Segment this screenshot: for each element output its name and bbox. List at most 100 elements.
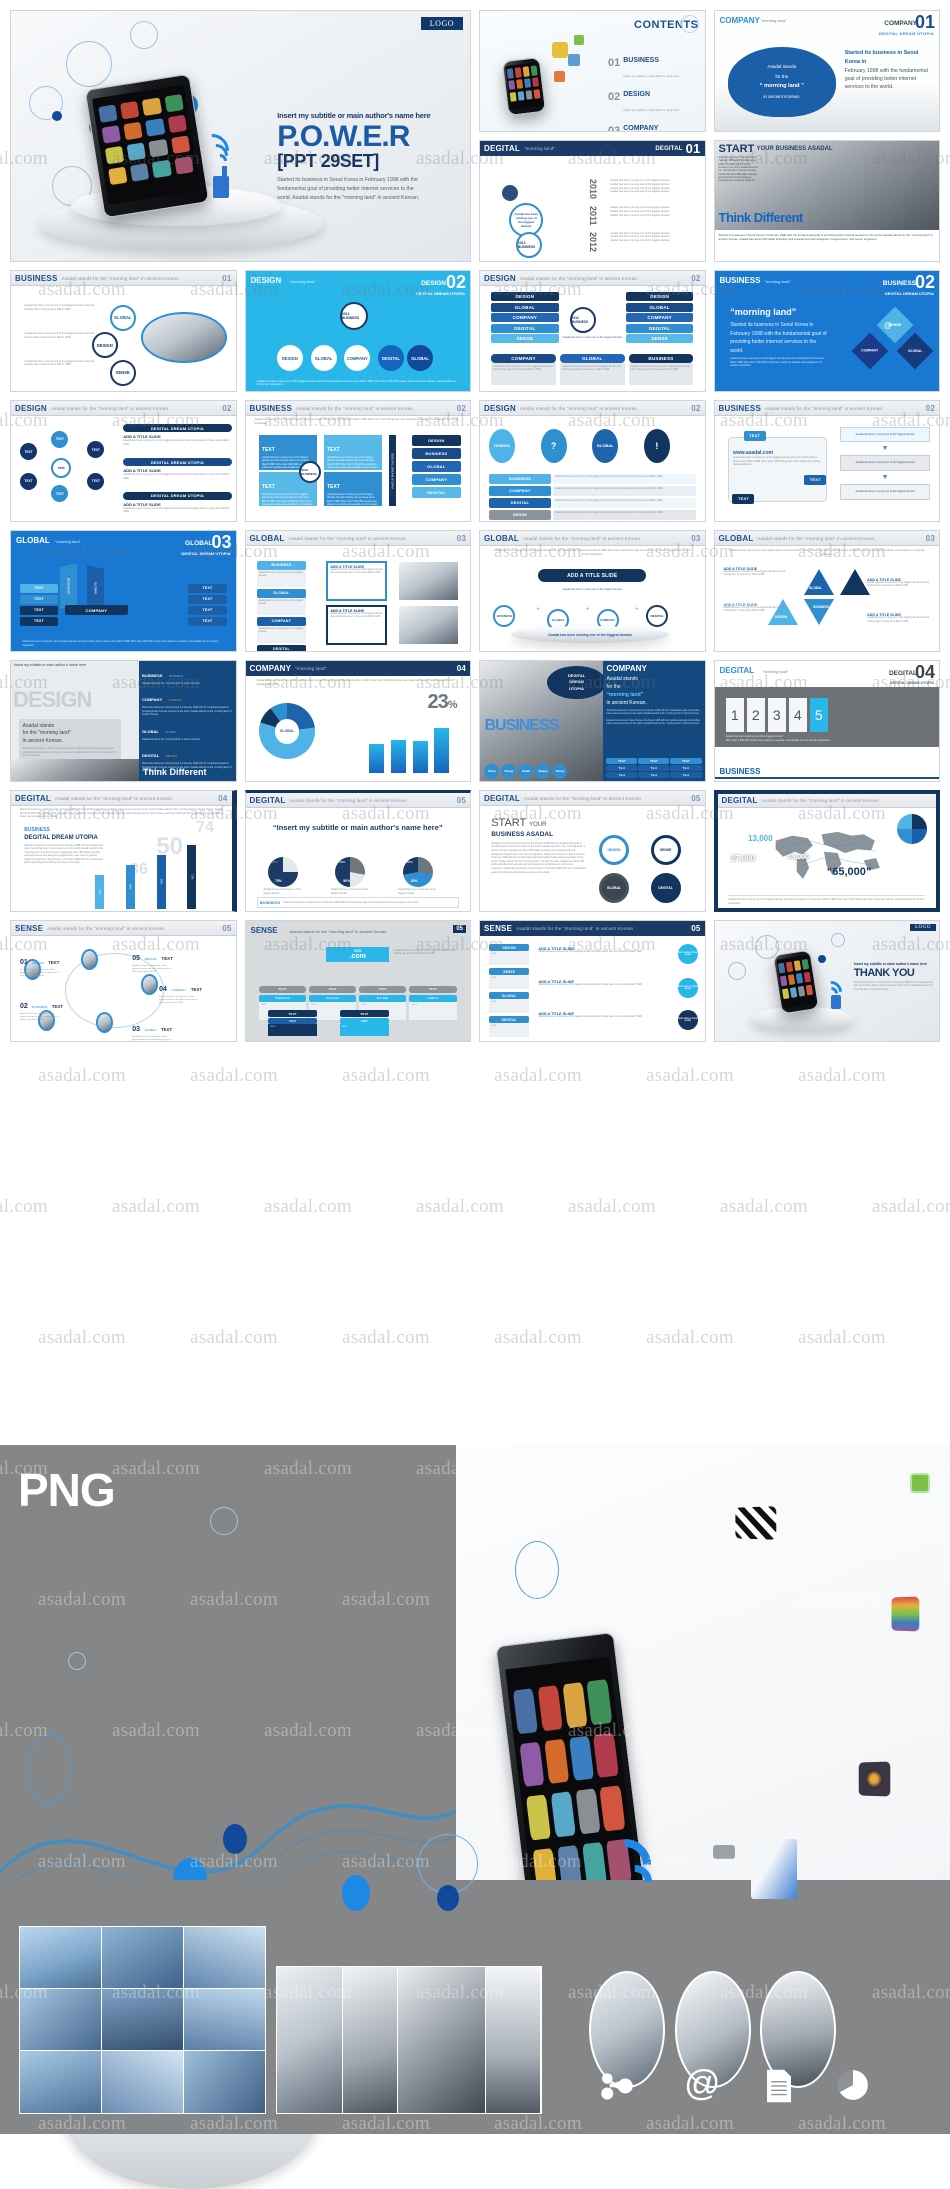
slide-cell-degital-04-arrows[interactable]: DEGITAL Asadal stands for the "morning l… xyxy=(6,786,241,916)
start-business-slide[interactable]: START YOUR BUSINESS ASADAL Started its b… xyxy=(713,140,940,262)
thank-you-slide[interactable]: LOGO Insert my subtitle or main author's… xyxy=(713,920,940,1042)
flow-row[interactable]: DEGITAL Asadal has been running one of t… xyxy=(488,497,696,508)
list-item[interactable]: GLOBAL xyxy=(625,302,694,312)
list-item[interactable]: SENSE xyxy=(491,334,559,344)
stack-item[interactable]: BUSINESS xyxy=(411,447,462,459)
slide-cell-thank-you[interactable]: LOGO Insert my subtitle or main author's… xyxy=(710,916,945,1046)
tab-item[interactable]: DESIGN TEXT xyxy=(488,944,530,966)
slide-cell-company-04-building[interactable]: DEGITAL DREAM UTOPIA BUSINESS COMPANY As… xyxy=(475,656,710,786)
contents-item[interactable]: 03 COMPANY Insert my subtitle or main au… xyxy=(608,125,701,131)
cover-slide[interactable]: LOGO Insert my subtitle or main author's… xyxy=(10,10,471,262)
sense-05-list-slide[interactable]: SENSE Asadal stands for the "morning lan… xyxy=(479,920,706,1042)
business-02-quad-slide[interactable]: BUSINESS Asadal stands for the "morning … xyxy=(244,400,471,522)
contents-item[interactable]: 02 DESIGN Insert my subtitle or main aut… xyxy=(608,91,701,116)
number-card[interactable]: 5 xyxy=(809,697,828,732)
design-02-wheel-slide[interactable]: DESIGN Asadal stands for the "morning la… xyxy=(10,400,237,522)
design-02-cyan-slide[interactable]: DESIGN "morning land" DESIGN 02 DEGITAL … xyxy=(244,270,471,392)
company-04-chart-slide[interactable]: COMPANY "morning land" 04 Asadal has bee… xyxy=(244,660,471,782)
slide-cell-degital-05-pies[interactable]: DEGITAL Asadal stands for the "morning l… xyxy=(241,786,476,916)
tab-item[interactable]: GLOBAL TEXT xyxy=(488,992,530,1014)
global-03-triangles-slide[interactable]: GLOBAL Asadal stands for the "morning la… xyxy=(713,530,940,652)
slide-cell-design-02-table[interactable]: DESIGN Asadal stands for the "morning la… xyxy=(475,266,710,396)
degital-map-slide[interactable]: DEGITAL Asadal stands for the "morning l… xyxy=(713,790,940,912)
slide-cell-business-02-site[interactable]: BUSINESS Asadal stands for the "morning … xyxy=(710,396,945,526)
degital-04-arrows-slide[interactable]: DEGITAL Asadal stands for the "morning l… xyxy=(10,790,237,912)
stack-item[interactable]: DESIGN xyxy=(411,434,462,446)
stack-item[interactable]: GLOBAL xyxy=(411,460,462,472)
slide-cell-design-02-wheel[interactable]: DESIGN Asadal stands for the "morning la… xyxy=(6,396,241,526)
list-item[interactable]: TEXT xyxy=(188,605,227,615)
flow-oval[interactable]: ! xyxy=(643,428,670,463)
design-think-slide[interactable]: Insert my subtitle or main author's name… xyxy=(10,660,237,782)
flow-row[interactable]: COMPANY Asadal has been running one of t… xyxy=(488,485,696,496)
chip[interactable]: Power xyxy=(484,763,500,779)
flow-row[interactable]: SENSE Asadal has been running one of the… xyxy=(488,509,696,520)
org-column[interactable]: TEXT culture TEXT xyxy=(409,985,457,1020)
slide-cell-global-03-triangles[interactable]: GLOBAL Asadal stands for the "morning la… xyxy=(710,526,945,656)
tab-item[interactable]: DEGITAL Asadal has been running one of t… xyxy=(256,644,307,651)
list-item[interactable]: DESIGN xyxy=(625,292,694,302)
global-03-photos-slide[interactable]: GLOBAL Asadal stands for the "morning la… xyxy=(244,530,471,652)
global-03-title-slide[interactable]: GLOBAL "morning land" GLOBAL 03 DEGITAL … xyxy=(10,530,237,652)
flow-oval[interactable]: DESIGN xyxy=(488,428,515,463)
bottom-card[interactable]: GLOBAL Asadal has been running one of th… xyxy=(559,353,625,385)
wheel-node[interactable]: TEXT xyxy=(87,441,105,459)
card[interactable]: ADD A TITLE SLIDE Asadal has been runnin… xyxy=(326,604,387,645)
stack-item[interactable]: DEGITAL xyxy=(411,486,462,498)
slide-cell-design-02-cyan[interactable]: DESIGN "morning land" DESIGN 02 DEGITAL … xyxy=(241,266,476,396)
number-card[interactable]: 2 xyxy=(746,697,765,732)
list-item[interactable]: TEXT xyxy=(188,616,227,626)
tab-item[interactable]: BUSINESS Asadal has been running one of … xyxy=(256,560,307,587)
global-03-podium-slide[interactable]: GLOBAL Asadal stands for the "morning la… xyxy=(479,530,706,652)
slide-cell-global-03-title[interactable]: GLOBAL "morning land" GLOBAL 03 DEGITAL … xyxy=(6,526,241,656)
flow-oval[interactable]: ? xyxy=(540,428,567,463)
wheel-node[interactable]: TEXT xyxy=(87,472,105,490)
chip[interactable]: Beauty xyxy=(535,763,551,779)
list-item[interactable]: SENSE xyxy=(625,334,694,344)
list-item[interactable]: TEXT xyxy=(188,594,227,604)
slide-cell-global-03-podium[interactable]: GLOBAL Asadal stands for the "morning la… xyxy=(475,526,710,656)
wheel-node[interactable]: TEXT xyxy=(19,443,37,461)
org-root[interactable]: CEO .com xyxy=(326,947,390,963)
tab-item[interactable]: SENSE TEXT xyxy=(488,968,530,990)
slide-cell-design-02-flow[interactable]: DESIGN Asadal stands for the "morning la… xyxy=(475,396,710,526)
list-item[interactable]: TEXT xyxy=(19,605,59,615)
slide-cell-design-think[interactable]: Insert my subtitle or main author's name… xyxy=(6,656,241,786)
slide-cell-company-04-chart[interactable]: COMPANY "morning land" 04 Asadal has bee… xyxy=(241,656,476,786)
slide-cell-degital-01[interactable]: DEGITAL "morning land" DEGITAL 01 Asadal… xyxy=(475,136,710,266)
degital-04-numbers-slide[interactable]: DEGITAL "morning land" DEGITAL 04 DEGITA… xyxy=(713,660,940,782)
design-02-table-slide[interactable]: DESIGN Asadal stands for the "morning la… xyxy=(479,270,706,392)
list-item[interactable]: TEXT xyxy=(19,616,59,626)
slide-cell-sense-05-org[interactable]: SENSE Asadal stands for the "morning lan… xyxy=(241,916,476,1046)
chip[interactable]: Victory xyxy=(552,763,568,779)
business-01-slide[interactable]: BUSINESS Asadal stands for the "morning … xyxy=(10,270,237,392)
wheel-node[interactable]: TEXT xyxy=(19,472,37,490)
slide-cell-business-02-cubes[interactable]: BUSINESS "morning land" BUSINESS 02 DEGI… xyxy=(710,266,945,396)
contents-item[interactable]: 01 BUSINESS Insert my subtitle or main a… xyxy=(608,57,701,82)
degital-01-slide[interactable]: DEGITAL "morning land" DEGITAL 01 Asadal… xyxy=(479,140,706,262)
slide-cell-business-01[interactable]: BUSINESS Asadal stands for the "morning … xyxy=(6,266,241,396)
list-item[interactable]: DEGITAL xyxy=(625,323,694,333)
slide-cell-degital-04-numbers[interactable]: DEGITAL "morning land" DEGITAL 04 DEGITA… xyxy=(710,656,945,786)
list-item[interactable]: DEGITAL xyxy=(491,323,559,333)
title-button[interactable]: ADD A TITLE SLIDE xyxy=(538,569,647,583)
list-item[interactable]: COMPANY xyxy=(491,313,559,323)
list-item[interactable]: DESIGN xyxy=(491,292,559,302)
org-leaf[interactable]: TEXT CEO TEXT xyxy=(267,1010,318,1037)
slide-cell-company-01[interactable]: COMPANY "morning land" COMPANY 01 DEGITA… xyxy=(710,6,945,136)
bottom-card[interactable]: BUSINESS Asadal has been running one of … xyxy=(628,353,694,385)
list-item[interactable]: COMPANY xyxy=(625,313,694,323)
business-02-site-slide[interactable]: BUSINESS Asadal stands for the "morning … xyxy=(713,400,940,522)
number-card[interactable]: 3 xyxy=(767,697,786,732)
slide-cell-business-02-quad[interactable]: BUSINESS Asadal stands for the "morning … xyxy=(241,396,476,526)
contents-slide[interactable]: CONTENTS 01 BUSINESS Insert my subtitle … xyxy=(479,10,706,132)
slide-cell-cover[interactable]: LOGO Insert my subtitle or main author's… xyxy=(6,6,475,266)
company-01-slide[interactable]: COMPANY "morning land" COMPANY 01 DEGITA… xyxy=(713,10,940,132)
wheel-node[interactable]: TEXT xyxy=(51,485,69,503)
sense-05-circle-slide[interactable]: SENSE Asadal stands for the "morning lan… xyxy=(10,920,237,1042)
card[interactable]: ADD A TITLE SLIDE Asadal has been runnin… xyxy=(326,560,387,601)
design-02-flow-slide[interactable]: DESIGN Asadal stands for the "morning la… xyxy=(479,400,706,522)
tab-item[interactable]: GLOBAL Asadal has been running one of th… xyxy=(256,588,307,615)
degital-05-rings-slide[interactable]: DEGITAL Asadal stands for the "morning l… xyxy=(479,790,706,912)
business-02-cubes-slide[interactable]: BUSINESS "morning land" BUSINESS 02 DEGI… xyxy=(713,270,940,392)
